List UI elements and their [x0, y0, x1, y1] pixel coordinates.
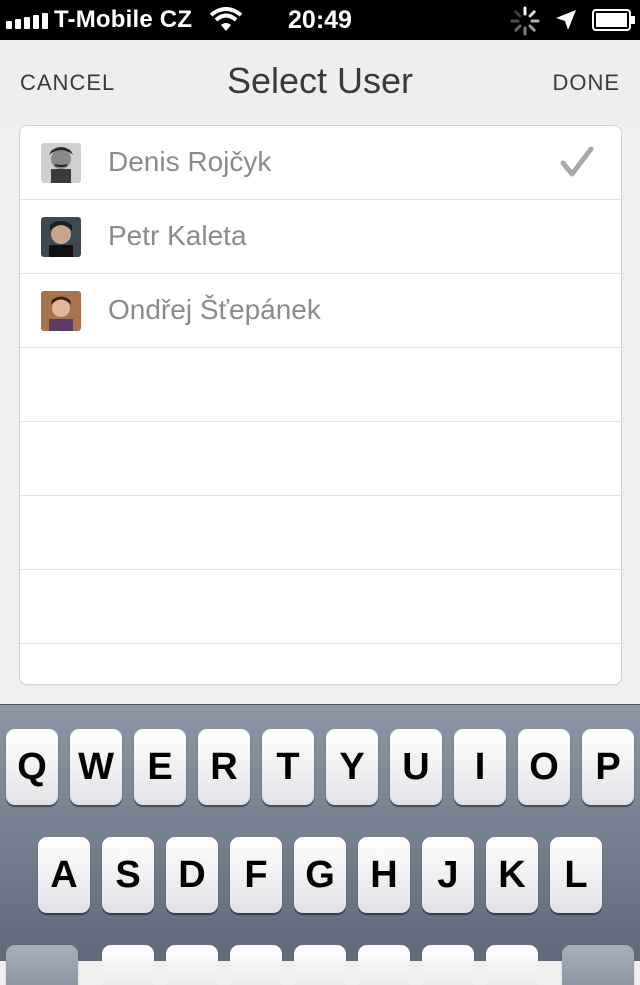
user-row-petr[interactable]: Petr Kaleta [20, 200, 621, 274]
user-name: Petr Kaleta [108, 220, 247, 251]
key-partial[interactable] [166, 945, 218, 985]
user-name: Denis Rojčyk [108, 146, 272, 177]
key-g[interactable]: G [294, 837, 346, 913]
battery-icon [592, 9, 636, 36]
status-bar: T-Mobile CZ 20:49 [0, 0, 640, 40]
status-time: 20:49 [288, 6, 352, 34]
keyboard: Q W E R T Y U I O P A S D F G H J K L [0, 704, 640, 985]
user-row-denis[interactable]: Denis Rojčyk [20, 126, 621, 200]
key-s[interactable]: S [102, 837, 154, 913]
activity-spinner-icon [510, 6, 540, 41]
done-button[interactable]: DONE [552, 70, 620, 96]
key-p[interactable]: P [582, 729, 634, 805]
nav-header: CANCEL Select User DONE [0, 40, 640, 124]
key-l[interactable]: L [550, 837, 602, 913]
page-title: Select User [226, 60, 414, 101]
key-i[interactable]: I [454, 729, 506, 805]
avatar [41, 291, 81, 331]
user-list: Denis Rojčyk Petr Kaleta Ondřej Šťepánek [19, 125, 622, 685]
user-row-ondrej[interactable]: Ondřej Šťepánek [20, 274, 621, 348]
key-t[interactable]: T [262, 729, 314, 805]
empty-row [20, 570, 621, 644]
key-j[interactable]: J [422, 837, 474, 913]
key-a[interactable]: A [38, 837, 90, 913]
key-partial[interactable] [294, 945, 346, 985]
backspace-key[interactable] [562, 945, 634, 985]
key-partial[interactable] [102, 945, 154, 985]
key-e[interactable]: E [134, 729, 186, 805]
key-d[interactable]: D [166, 837, 218, 913]
shift-key[interactable] [6, 945, 78, 985]
key-partial[interactable] [358, 945, 410, 985]
avatar [41, 217, 81, 257]
empty-row [20, 348, 621, 422]
avatar [41, 143, 81, 183]
key-q[interactable]: Q [6, 729, 58, 805]
key-w[interactable]: W [70, 729, 122, 805]
checkmark-icon [560, 146, 594, 183]
key-partial[interactable] [230, 945, 282, 985]
key-u[interactable]: U [390, 729, 442, 805]
empty-row [20, 496, 621, 570]
key-partial[interactable] [422, 945, 474, 985]
key-o[interactable]: O [518, 729, 570, 805]
location-arrow-icon [554, 8, 578, 37]
user-name: Ondřej Šťepánek [108, 294, 321, 325]
key-y[interactable]: Y [326, 729, 378, 805]
key-h[interactable]: H [358, 837, 410, 913]
key-k[interactable]: K [486, 837, 538, 913]
key-f[interactable]: F [230, 837, 282, 913]
empty-row [20, 422, 621, 496]
key-r[interactable]: R [198, 729, 250, 805]
key-partial[interactable] [486, 945, 538, 985]
